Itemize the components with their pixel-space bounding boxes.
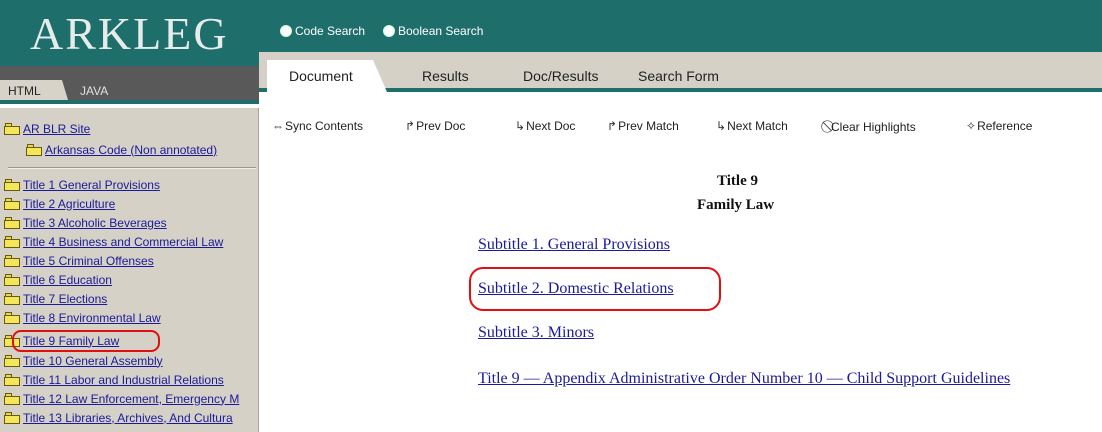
nav-link[interactable]: Title 2 Agriculture: [23, 197, 115, 211]
document-heading: Family Law: [697, 197, 775, 213]
code-search-radio[interactable]: [280, 25, 292, 37]
prev-doc-label: Prev Doc: [416, 119, 466, 133]
nav-item-title-7[interactable]: Title 7 Elections: [4, 290, 107, 307]
mode-bar-spacer: [0, 66, 259, 78]
reference-icon: ✧: [966, 119, 977, 133]
appendix-link[interactable]: Title 9 — Appendix Administrative Order …: [478, 370, 1010, 388]
subtitle-3-link[interactable]: Subtitle 3. Minors: [478, 324, 594, 342]
prev-doc-icon: ↱: [405, 119, 416, 133]
reference-button[interactable]: ✧ Reference: [966, 119, 1032, 133]
nav-link[interactable]: Title 13 Libraries, Archives, And Cultur…: [23, 411, 233, 425]
clear-highlights-label: Clear Highlights: [831, 119, 916, 134]
nav-link[interactable]: Title 1 General Provisions: [23, 178, 160, 192]
tab-document[interactable]: Document: [289, 68, 353, 84]
document-content: Title 9 Family Law Subtitle 1. General P…: [259, 140, 1102, 432]
folder-icon: [4, 235, 21, 248]
nav-item-title-2[interactable]: Title 2 Agriculture: [4, 195, 115, 212]
next-doc-button[interactable]: ↳ Next Doc: [515, 119, 575, 133]
folder-icon: [4, 411, 21, 424]
next-match-label: Next Match: [727, 119, 788, 133]
nav-item-title-10[interactable]: Title 10 General Assembly: [4, 352, 163, 369]
folder-icon: [4, 254, 21, 267]
logo-panel: ARKLEG: [0, 0, 259, 66]
document-title: Title 9: [717, 173, 758, 189]
folder-icon: [4, 354, 21, 367]
nav-link[interactable]: Arkansas Code (Non annotated): [45, 143, 217, 157]
nav-item-ar-blr-site[interactable]: AR BLR Site: [4, 120, 90, 137]
sidebar-navigation: AR BLR Site Arkansas Code (Non annotated…: [0, 108, 259, 432]
folder-icon: [4, 197, 21, 210]
folder-icon: [4, 373, 21, 386]
prev-doc-button[interactable]: ↱ Prev Doc: [405, 119, 465, 133]
tab-java-mode[interactable]: JAVA: [80, 84, 108, 98]
folder-icon: [4, 292, 21, 305]
nav-item-title-11[interactable]: Title 11 Labor and Industrial Relations: [4, 371, 224, 388]
next-doc-label: Next Doc: [526, 119, 576, 133]
search-options-bar: Code Search Boolean Search: [259, 0, 1102, 52]
nav-item-title-3[interactable]: Title 3 Alcoholic Beverages: [4, 214, 167, 231]
prev-match-icon: ↱: [607, 119, 618, 133]
nav-item-title-1[interactable]: Title 1 General Provisions: [4, 176, 160, 193]
next-doc-icon: ↳: [515, 119, 526, 133]
folder-icon: [26, 143, 43, 156]
nav-link[interactable]: AR BLR Site: [23, 122, 90, 136]
sync-arrows-icon: ⇔: [272, 119, 284, 133]
nav-link[interactable]: Title 5 Criminal Offenses: [23, 254, 154, 268]
tab-results[interactable]: Results: [422, 68, 469, 84]
nav-item-arkansas-code[interactable]: Arkansas Code (Non annotated): [26, 141, 217, 158]
nav-link[interactable]: Title 8 Environmental Law: [23, 311, 161, 325]
arkleg-logo: ARKLEG: [30, 8, 229, 59]
document-toolbar: ⇔ Sync Contents ↱ Prev Doc ↳ Next Doc ↱ …: [259, 96, 1102, 140]
clear-highlights-button[interactable]: ⃠ Clear Highlights: [830, 119, 916, 134]
folder-icon: [4, 178, 21, 191]
tab-html-mode[interactable]: HTML: [0, 80, 68, 100]
tab-doc-results[interactable]: Doc/Results: [523, 68, 598, 84]
nav-item-title-12[interactable]: Title 12 Law Enforcement, Emergency M: [4, 390, 239, 407]
nav-item-title-6[interactable]: Title 6 Education: [4, 271, 112, 288]
view-tab-strip: Document Results Doc/Results Search Form: [259, 52, 1102, 92]
mode-tab-bar: HTML JAVA: [0, 78, 259, 104]
reference-label: Reference: [977, 119, 1033, 133]
nav-item-title-8[interactable]: Title 8 Environmental Law: [4, 309, 161, 326]
subtitle-1-link[interactable]: Subtitle 1. General Provisions: [478, 236, 670, 254]
folder-icon: [4, 392, 21, 405]
folder-icon: [4, 216, 21, 229]
nav-link[interactable]: Title 11 Labor and Industrial Relations: [23, 373, 224, 387]
tab-search-form[interactable]: Search Form: [638, 68, 719, 84]
nav-link[interactable]: Title 10 General Assembly: [23, 354, 163, 368]
nav-link[interactable]: Title 12 Law Enforcement, Emergency M: [23, 392, 239, 406]
nav-link[interactable]: Title 4 Business and Commercial Law: [23, 235, 223, 249]
code-search-label: Code Search: [295, 24, 366, 38]
next-match-button[interactable]: ↳ Next Match: [716, 119, 788, 133]
next-match-icon: ↳: [716, 119, 727, 133]
nav-link[interactable]: Title 3 Alcoholic Beverages: [23, 216, 167, 230]
prev-match-label: Prev Match: [618, 119, 679, 133]
folder-icon: [4, 122, 21, 135]
prev-match-button[interactable]: ↱ Prev Match: [607, 119, 679, 133]
sync-contents-label: Sync Contents: [285, 119, 364, 133]
boolean-search-label: Boolean Search: [398, 24, 484, 38]
left-frame: ARKLEG HTML JAVA AR BLR Site Arkansas Co…: [0, 0, 259, 432]
boolean-search-radio[interactable]: [383, 25, 395, 37]
nav-link[interactable]: Title 7 Elections: [23, 292, 107, 306]
nav-link[interactable]: Title 6 Education: [23, 273, 112, 287]
nav-item-title-5[interactable]: Title 5 Criminal Offenses: [4, 252, 154, 269]
nav-item-title-4[interactable]: Title 4 Business and Commercial Law: [4, 233, 223, 250]
nav-divider: [8, 167, 256, 169]
nav-item-title-13[interactable]: Title 13 Libraries, Archives, And Cultur…: [4, 409, 233, 426]
sync-contents-button[interactable]: ⇔ Sync Contents: [272, 119, 363, 133]
folder-icon: [4, 273, 21, 286]
folder-icon: [4, 311, 21, 324]
highlight-circle-subtitle-2: [469, 267, 721, 311]
highlight-circle-title-9: [12, 330, 160, 352]
